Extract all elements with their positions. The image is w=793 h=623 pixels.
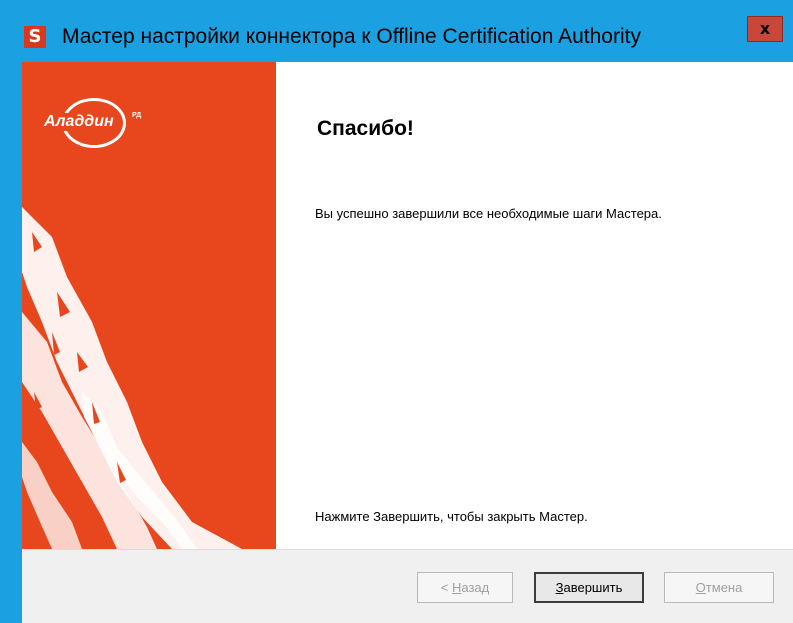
- wizard-window: S Мастер настройки коннектора к Offline …: [0, 0, 793, 623]
- finish-button[interactable]: Завершить: [534, 572, 644, 603]
- logo-superscript: РД: [132, 112, 142, 119]
- back-mnemonic: Н: [451, 580, 462, 595]
- back-label: азад: [461, 580, 490, 595]
- title-bar: S Мастер настройки коннектора к Offline …: [0, 0, 793, 62]
- success-message: Вы успешно завершили все необходимые шаг…: [315, 206, 662, 221]
- page-title: Спасибо!: [317, 117, 414, 140]
- close-button[interactable]: x: [747, 16, 783, 42]
- wizard-client-area: Аладдин РД Спасибо! Вы успешно завершили…: [22, 62, 793, 623]
- cancel-label: тмена: [705, 580, 743, 595]
- back-prefix: <: [440, 580, 452, 595]
- window-title: Мастер настройки коннектора к Offline Ce…: [62, 25, 641, 48]
- app-logo-icon: S: [24, 26, 46, 48]
- cancel-mnemonic: О: [695, 580, 706, 595]
- aladdin-logo: Аладдин РД: [40, 98, 160, 148]
- logo-text: Аладдин: [42, 113, 116, 131]
- button-bar: < Назад Завершить Отмена: [22, 549, 793, 623]
- side-banner: Аладдин РД: [22, 62, 276, 549]
- cancel-button[interactable]: Отмена: [664, 572, 774, 603]
- finish-hint: Нажмите Завершить, чтобы закрыть Мастер.: [315, 509, 588, 524]
- finish-label: авершить: [563, 580, 623, 595]
- back-button[interactable]: < Назад: [417, 572, 513, 603]
